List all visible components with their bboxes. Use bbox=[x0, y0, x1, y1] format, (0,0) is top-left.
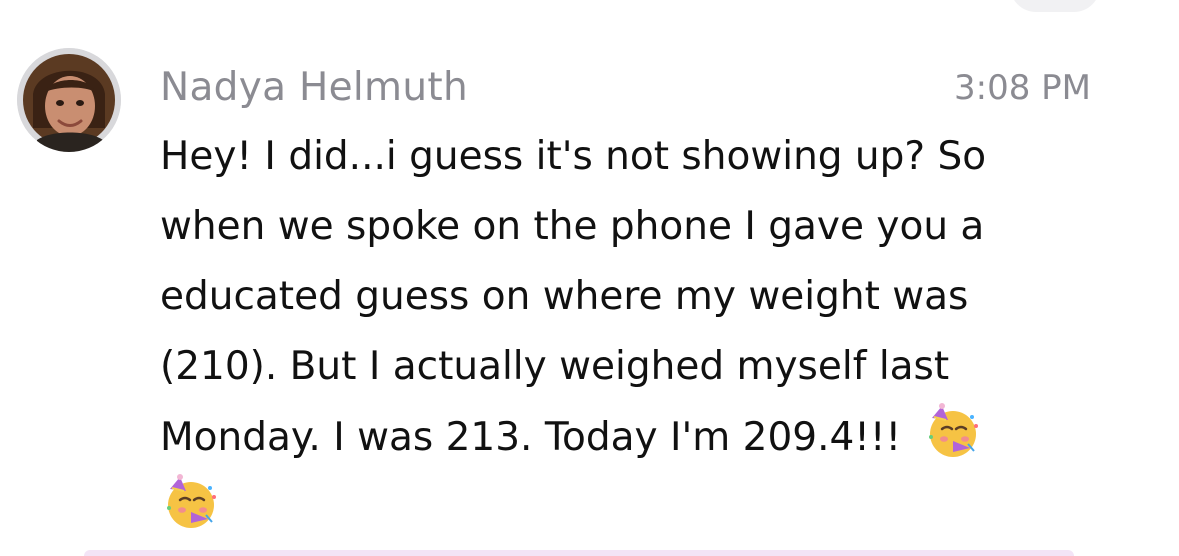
message-line-with-emoji: Monday. I was 213. Today I'm 209.4!!! bbox=[160, 402, 1080, 473]
chat-screen: Nadya Helmuth 3:08 PM Hey! I did...i gue… bbox=[0, 0, 1179, 556]
partying-face-icon bbox=[922, 402, 982, 462]
message-timestamp: 3:08 PM bbox=[954, 68, 1091, 108]
message-line: Hey! I did...i guess it's not showing up… bbox=[160, 134, 987, 179]
message-line: Monday. I was 213. Today I'm 209.4!!! bbox=[160, 415, 902, 460]
partying-face-icon bbox=[160, 473, 220, 533]
message-line: educated guess on where my weight was bbox=[160, 274, 969, 319]
message-body: Hey! I did...i guess it's not showing up… bbox=[160, 122, 1080, 543]
avatar-photo bbox=[17, 48, 121, 152]
message-line: when we spoke on the phone I gave you a bbox=[160, 204, 985, 249]
chat-message: Nadya Helmuth 3:08 PM Hey! I did...i gue… bbox=[0, 0, 1179, 556]
avatar[interactable] bbox=[17, 48, 121, 152]
sender-name: Nadya Helmuth bbox=[160, 65, 468, 110]
message-emoji-line bbox=[160, 473, 1080, 543]
next-message-preview-bar bbox=[84, 550, 1074, 556]
message-line: (210). But I actually weighed myself las… bbox=[160, 344, 950, 389]
